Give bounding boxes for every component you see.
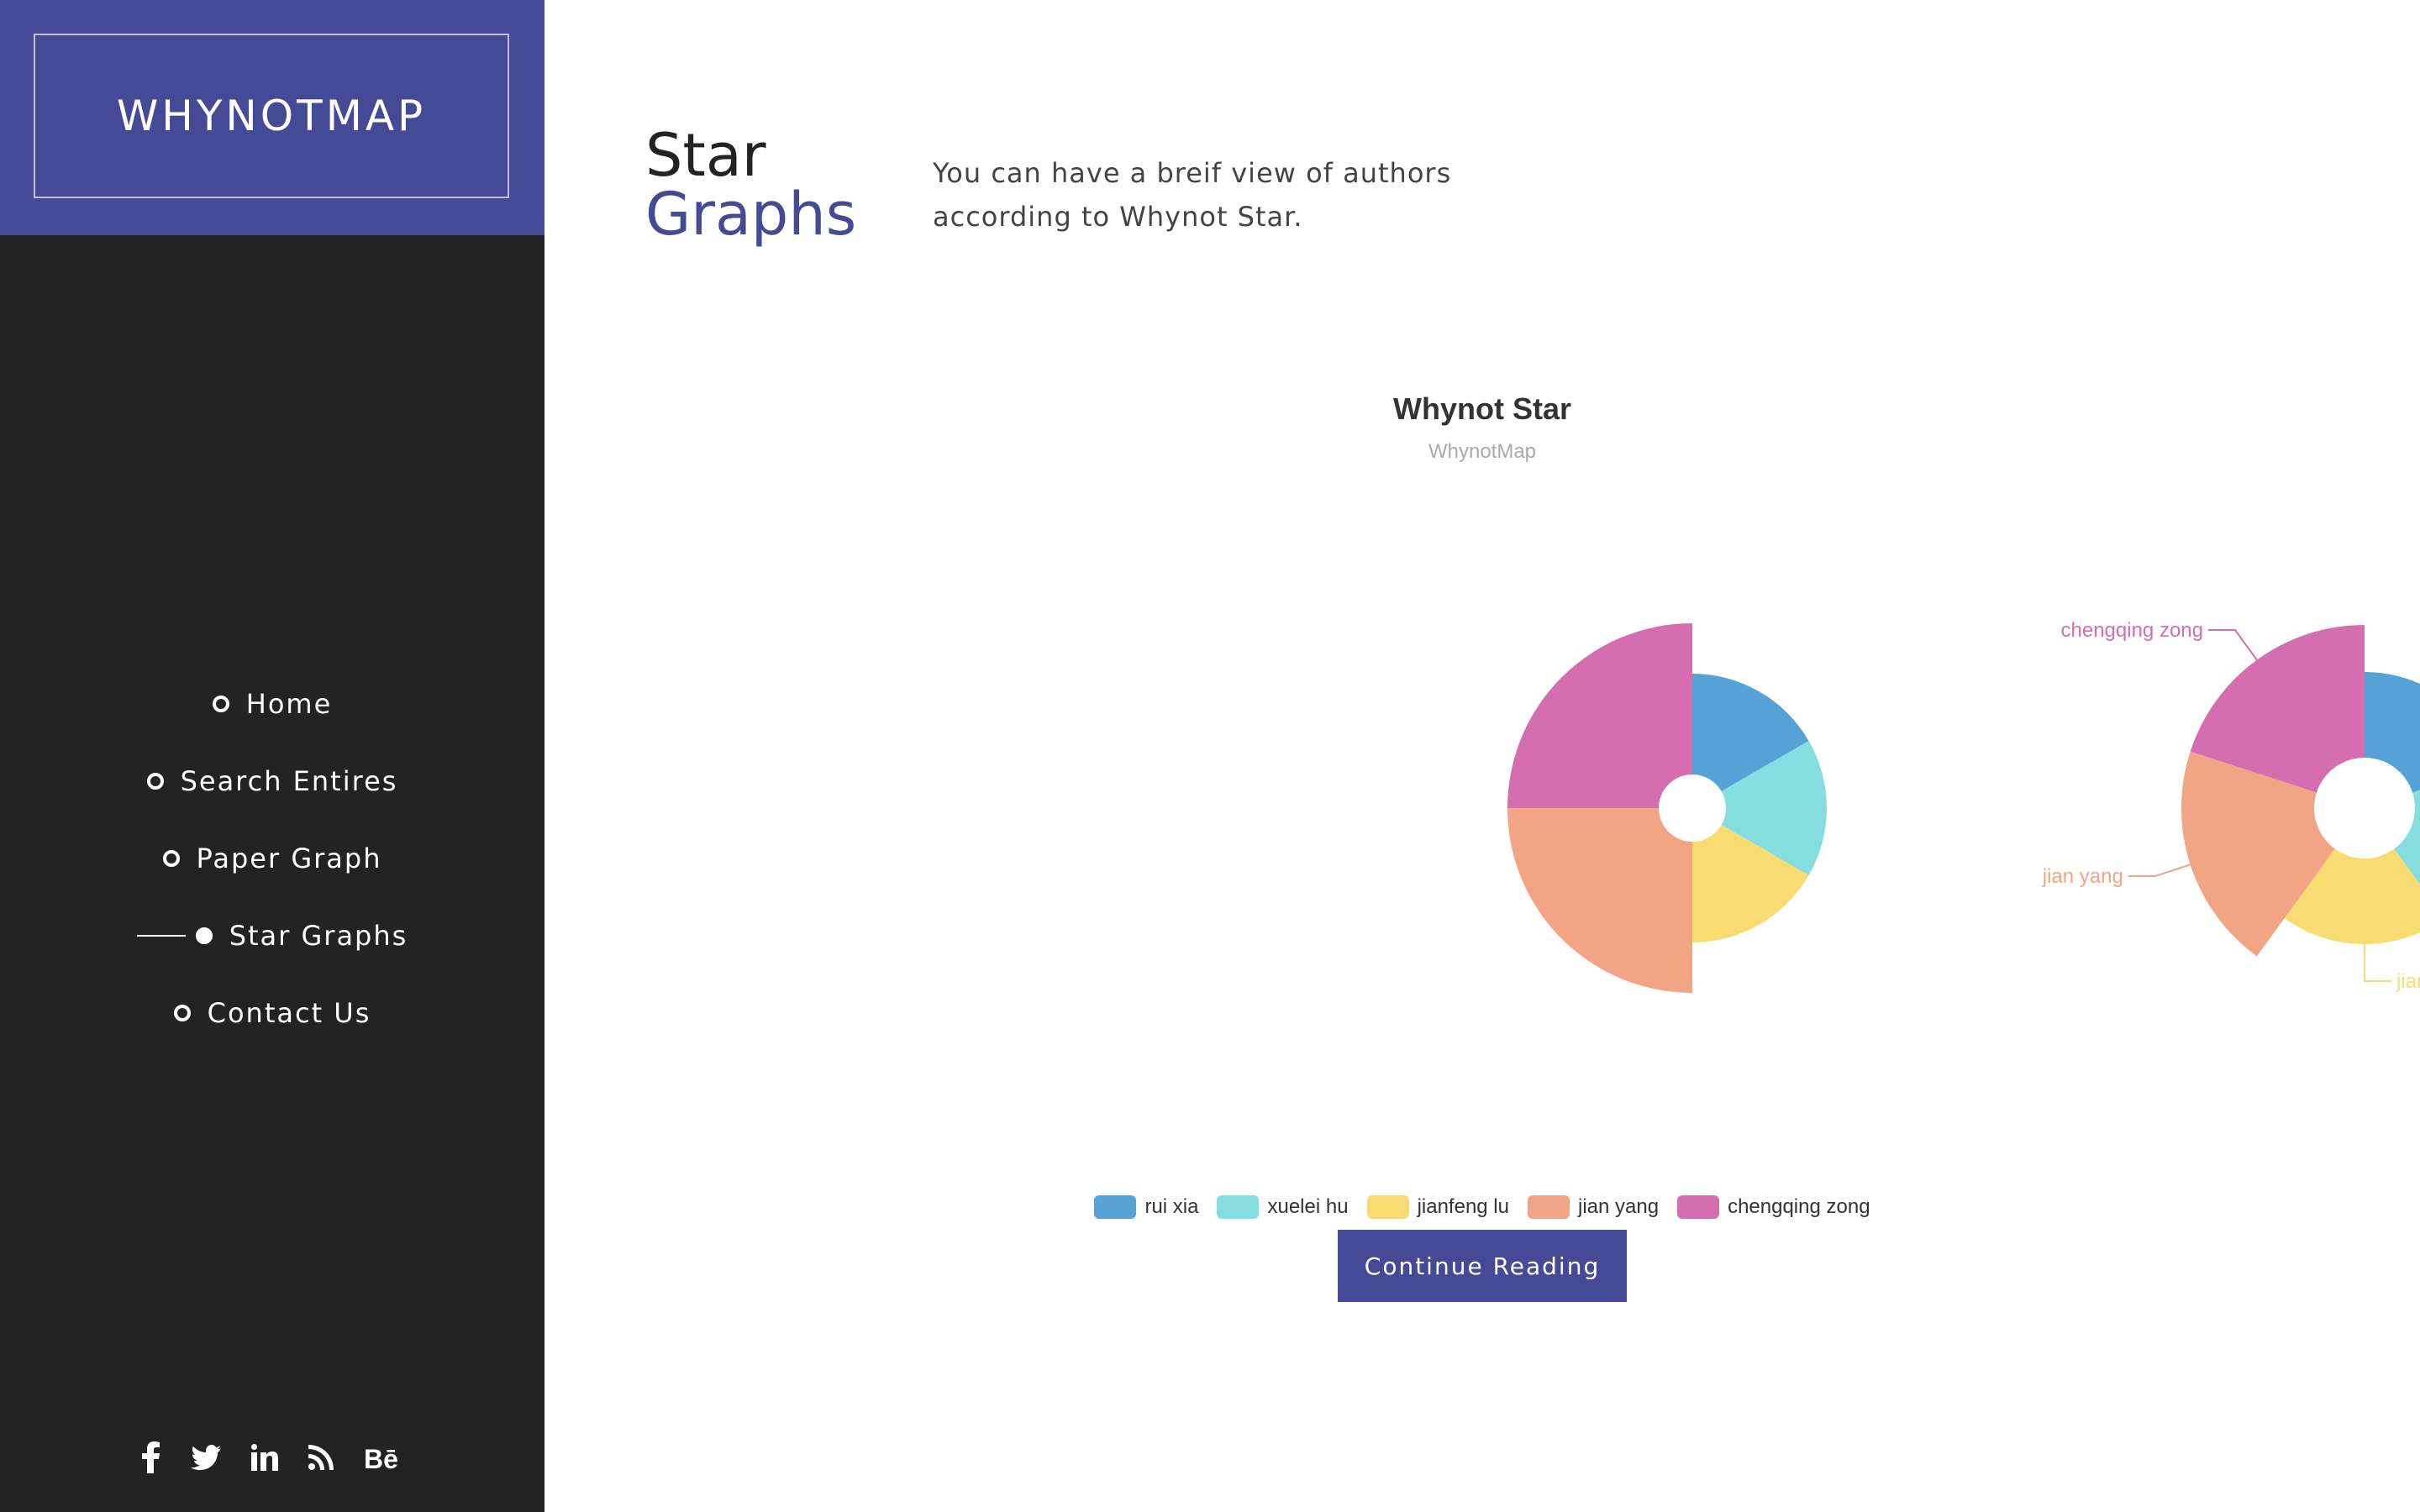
legend-swatch — [1217, 1195, 1260, 1219]
rss-icon[interactable] — [308, 1441, 334, 1474]
legend-item-jianfeng-lu[interactable]: jianfeng lu — [1366, 1195, 1509, 1219]
nav-label: Paper Graph — [196, 843, 382, 874]
svg-text:Bē: Bē — [364, 1444, 398, 1471]
rose-slice-rui-xia[interactable] — [2365, 672, 2420, 793]
legend-item-jian-yang[interactable]: jian yang — [1527, 1195, 1660, 1219]
legend-item-xuelei-hu[interactable]: xuelei hu — [1217, 1195, 1349, 1219]
nav-item-paper-graph[interactable]: Paper Graph — [0, 833, 544, 884]
main-content: Star Graphs You can have a breif view of… — [544, 0, 2420, 1512]
continue-reading-button[interactable]: Continue Reading — [1338, 1230, 1627, 1302]
nav-bullet-icon — [173, 1005, 191, 1021]
slice-label-chengqing-zong: chengqing zong — [2061, 619, 2203, 642]
behance-icon[interactable]: Bē — [364, 1441, 402, 1474]
legend-swatch — [1527, 1195, 1570, 1219]
legend-item-rui-xia[interactable]: rui xia — [1094, 1195, 1198, 1219]
brand-frame[interactable]: WHYNOTMAP — [34, 34, 509, 198]
nav-label: Star Graphs — [229, 920, 408, 952]
social-links: Bē — [0, 1436, 544, 1478]
sidebar: WHYNOTMAP Home Search Entires Paper Grap… — [0, 0, 544, 1512]
nav-bullet-icon — [162, 850, 180, 867]
nav-item-star-graphs[interactable]: Star Graphs — [0, 911, 544, 961]
nav-bullet-icon — [195, 927, 213, 944]
active-indicator-line — [136, 935, 186, 937]
legend-label: xuelei hu — [1267, 1195, 1349, 1218]
chart-legend: rui xia xuelei hu jianfeng lu jian yang chen… — [544, 1193, 2420, 1221]
label-leader-line — [2364, 944, 2391, 982]
nav-bullet-icon — [146, 773, 164, 790]
legend-swatch — [1677, 1195, 1720, 1219]
rose-chart-1 — [1507, 623, 1827, 993]
nav-label: Search Entires — [180, 765, 398, 797]
slice-label-jianfeng-lu: jianfeng lu — [2396, 970, 2420, 993]
legend-label: chengqing zong — [1728, 1195, 1870, 1218]
facebook-icon[interactable] — [142, 1441, 160, 1474]
brand-logo-text: WHYNOTMAP — [116, 92, 427, 140]
legend-label: jianfeng lu — [1417, 1195, 1509, 1218]
slice-label-jian-yang: jian yang — [2042, 865, 2123, 888]
twitter-icon[interactable] — [191, 1441, 221, 1474]
rose-slice-chengqing-zong[interactable] — [1507, 623, 1692, 808]
legend-label: rui xia — [1144, 1195, 1199, 1218]
legend-swatch — [1366, 1195, 1409, 1219]
nav-bullet-icon — [212, 696, 229, 712]
rose-slice-jian-yang[interactable] — [1507, 808, 1692, 993]
label-leader-line — [2128, 864, 2191, 877]
nav-label: Home — [245, 688, 333, 720]
nav-item-home[interactable]: Home — [0, 679, 544, 729]
nav-item-contact-us[interactable]: Contact Us — [0, 988, 544, 1038]
legend-item-chengqing-zong[interactable]: chengqing zong — [1677, 1195, 1870, 1219]
linkedin-icon[interactable] — [251, 1441, 278, 1474]
star-rose-charts: rui xiaxuelei hujianfeng lujian yangchen… — [1507, 619, 2420, 993]
label-leader-line — [2208, 629, 2258, 661]
legend-label: jian yang — [1577, 1195, 1660, 1218]
legend-swatch — [1094, 1195, 1137, 1219]
brand-header: WHYNOTMAP — [0, 0, 544, 235]
rose-chart-2: rui xiaxuelei hujianfeng lujian yangchen… — [2042, 619, 2420, 993]
nav-item-search-entires[interactable]: Search Entires — [0, 756, 544, 806]
nav-label: Contact Us — [207, 997, 371, 1029]
